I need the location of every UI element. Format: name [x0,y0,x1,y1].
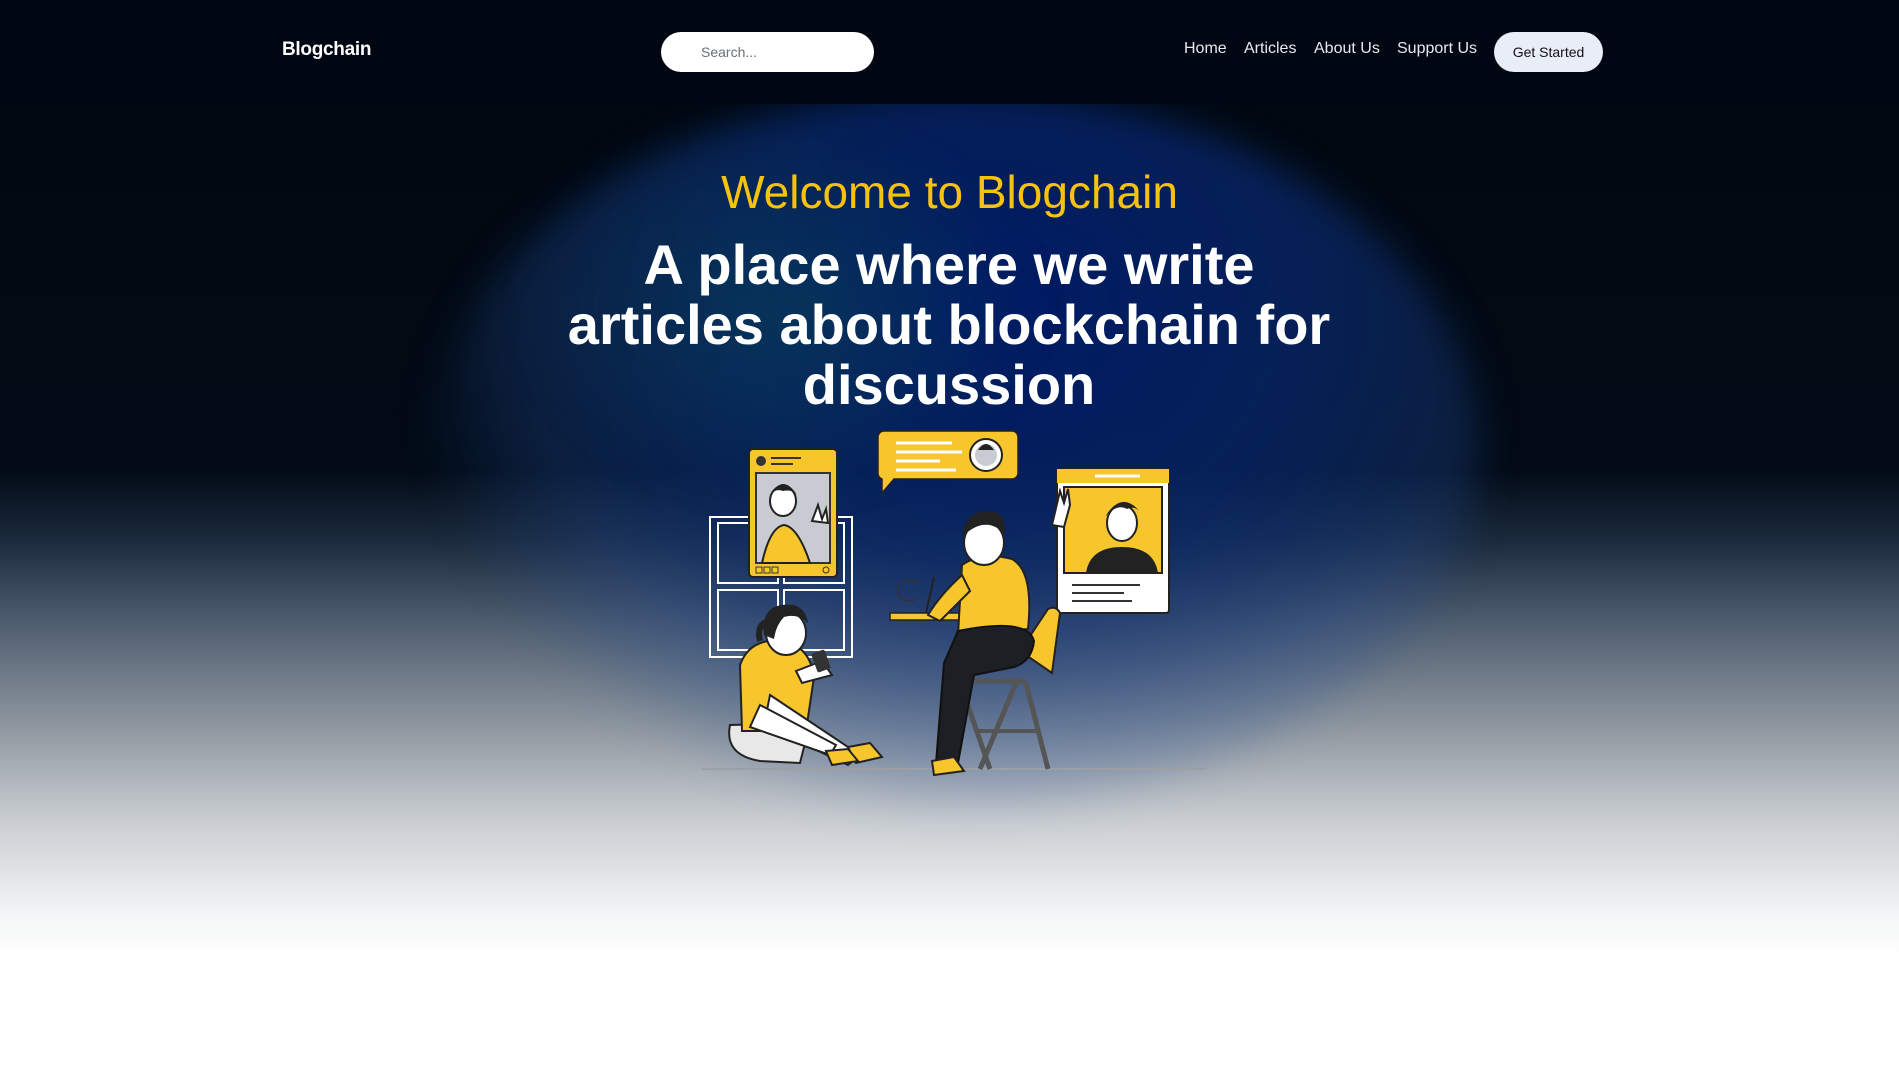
video-call-card [1050,468,1170,614]
nav-link-home[interactable]: Home [1184,40,1227,58]
welcome-heading: Welcome to Blogchain [721,166,1178,218]
chat-bubble-icon [877,430,1019,496]
hero-headline: A place where we write articles about bl… [567,233,1331,416]
nav-link-articles[interactable]: Articles [1244,40,1296,58]
get-started-button[interactable]: Get Started [1494,32,1603,72]
people-chatting-illustration [702,430,1206,777]
top-navbar: Blogchain Home Articles About Us Support… [0,0,1899,104]
woman-figure [728,604,884,767]
nav-link-support-us[interactable]: Support Us [1397,40,1477,58]
page: Blogchain Home Articles About Us Support… [0,0,1899,1077]
nav-link-about-us[interactable]: About Us [1314,40,1380,58]
brand-logo[interactable]: Blogchain [282,39,371,61]
search-input[interactable] [661,32,874,72]
man-at-desk-figure [889,511,1062,777]
phone-profile-card [748,448,838,578]
